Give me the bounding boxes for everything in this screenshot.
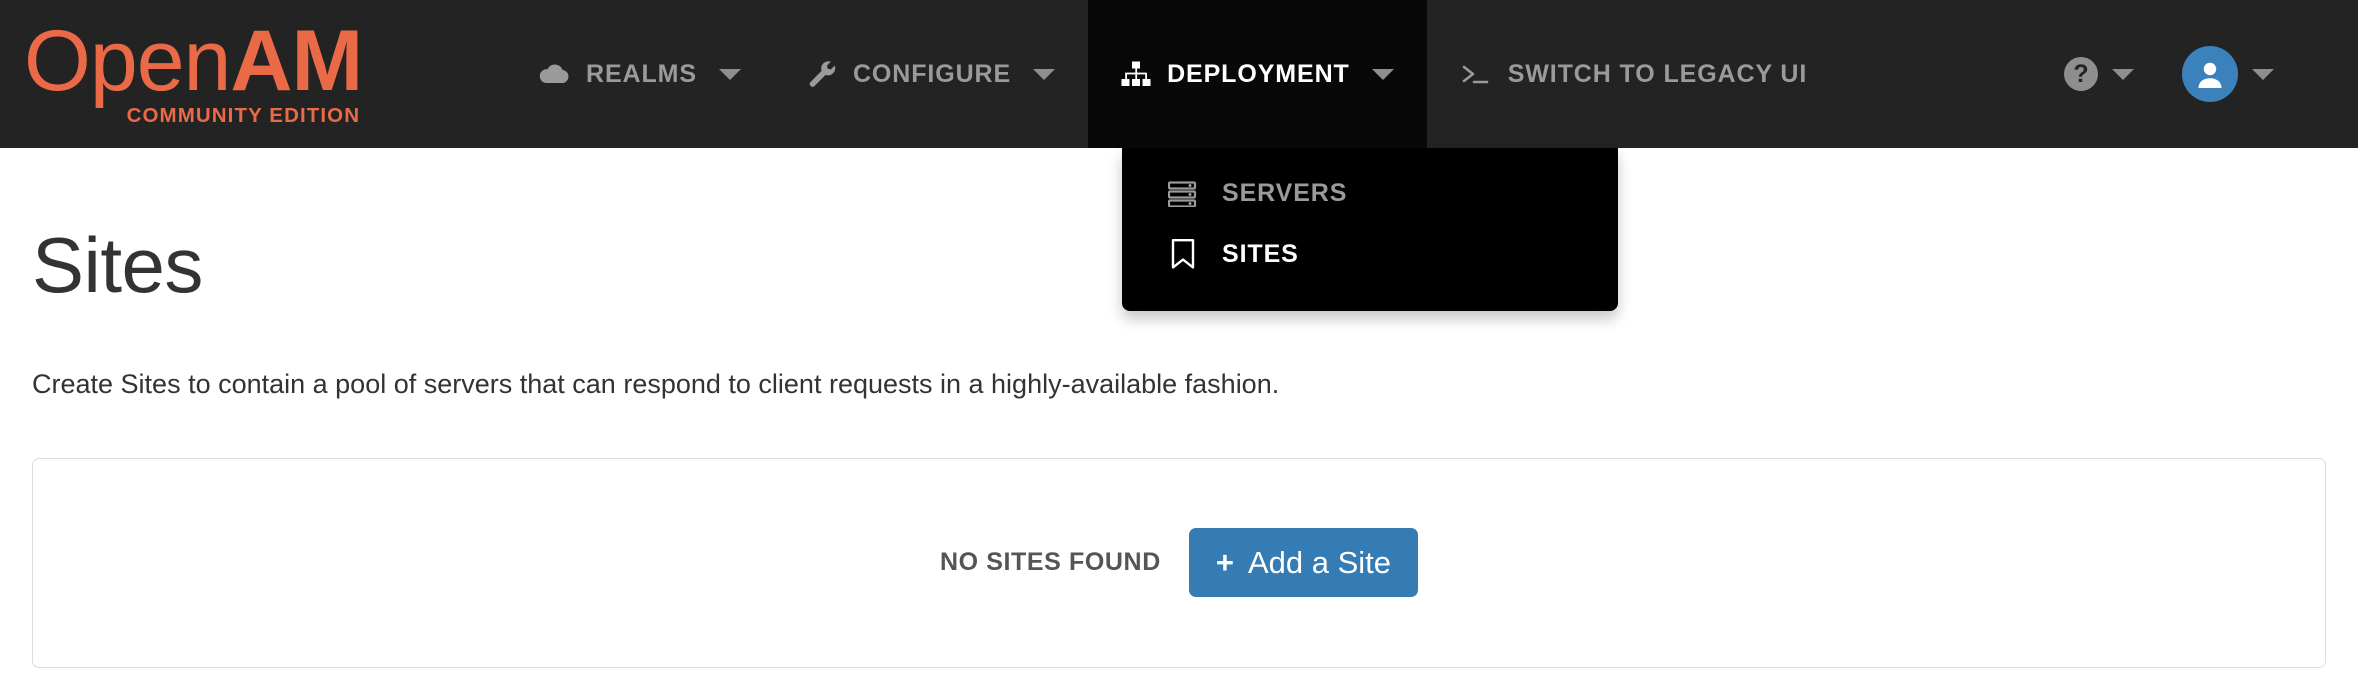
- terminal-icon: [1460, 62, 1492, 86]
- wrench-icon: [807, 59, 837, 89]
- nav-item-switch-to-legacy-ui-label: SWITCH TO LEGACY UI: [1507, 59, 1808, 88]
- nav-item-configure[interactable]: CONFIGURE: [774, 0, 1088, 148]
- cloud-icon: [538, 62, 570, 86]
- chevron-down-icon: [2252, 68, 2274, 80]
- server-stack-icon: [1166, 180, 1200, 207]
- top-navbar: OpenAM COMMUNITY EDITION REALMS CONFIGUR…: [0, 0, 2358, 148]
- dropdown-item-sites[interactable]: SITES: [1122, 223, 1618, 285]
- sitemap-icon: [1121, 61, 1151, 87]
- dropdown-item-servers[interactable]: SERVERS: [1122, 164, 1618, 223]
- help-circle-icon: ?: [2064, 57, 2098, 91]
- nav-item-configure-label: CONFIGURE: [852, 59, 1012, 88]
- nav-item-deployment-label: DEPLOYMENT: [1167, 59, 1350, 88]
- add-a-site-button[interactable]: + Add a Site: [1188, 527, 1419, 597]
- navbar-items: REALMS CONFIGURE DEPLOYMENT SWITCH TO LE…: [505, 0, 1840, 148]
- chevron-down-icon: [2112, 68, 2134, 80]
- user-menu-button[interactable]: [2158, 0, 2298, 148]
- chevron-down-icon: [1033, 68, 1056, 80]
- chevron-down-icon: [718, 68, 741, 80]
- brand-wordmark: OpenAM: [24, 18, 363, 104]
- nav-item-deployment[interactable]: DEPLOYMENT: [1088, 0, 1427, 148]
- dropdown-item-sites-label: SITES: [1222, 239, 1299, 268]
- page-description: Create Sites to contain a pool of server…: [32, 369, 1280, 399]
- bookmark-icon: [1166, 238, 1200, 270]
- sites-empty-panel-inner: NO SITES FOUND + Add a Site: [939, 527, 1419, 597]
- dropdown-item-servers-label: SERVERS: [1222, 179, 1348, 207]
- brand-name-bold: AM: [230, 13, 363, 110]
- avatar: [2182, 46, 2238, 102]
- brand-name-light: Open: [24, 13, 231, 110]
- brand-logo[interactable]: OpenAM COMMUNITY EDITION: [0, 0, 505, 148]
- nav-item-realms-label: REALMS: [586, 59, 697, 88]
- no-sites-found-label: NO SITES FOUND: [939, 547, 1161, 576]
- nav-item-realms[interactable]: REALMS: [505, 0, 774, 148]
- navbar-right-controls: ?: [2040, 0, 2358, 148]
- add-a-site-button-label: Add a Site: [1247, 544, 1392, 580]
- chevron-down-icon: [1371, 68, 1394, 80]
- plus-icon: +: [1215, 544, 1234, 580]
- nav-item-switch-to-legacy-ui[interactable]: SWITCH TO LEGACY UI: [1427, 0, 1841, 148]
- brand-logo-inner: OpenAM COMMUNITY EDITION: [24, 18, 363, 128]
- deployment-dropdown-menu: SERVERS SITES: [1122, 148, 1618, 311]
- help-menu-button[interactable]: ?: [2040, 0, 2158, 148]
- brand-subtitle: COMMUNITY EDITION: [126, 104, 361, 128]
- sites-empty-panel: NO SITES FOUND + Add a Site: [32, 458, 2326, 668]
